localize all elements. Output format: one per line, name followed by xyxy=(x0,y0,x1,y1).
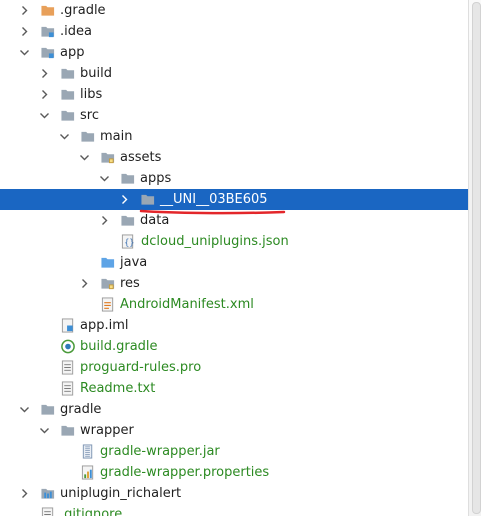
chevron-down-icon[interactable] xyxy=(79,152,90,163)
tree-row-label: build.gradle xyxy=(80,339,158,354)
tree-row-label: res xyxy=(120,276,140,291)
tree-row-gradle-wrapper-properties[interactable]: gradle-wrapper.properties xyxy=(0,462,468,483)
project-tree: .gradle .idea app build libs src main assets app… xyxy=(0,0,468,516)
tree-row-uni-03be605[interactable]: __UNI__03BE605 xyxy=(0,189,468,210)
tree-row-label: assets xyxy=(120,150,162,165)
chevron-right-icon[interactable] xyxy=(79,278,90,289)
tree-row-gradle[interactable]: .gradle xyxy=(0,0,468,21)
jar-file-icon xyxy=(80,444,96,459)
tree-row-label: .gradle xyxy=(60,3,106,18)
scrollbar-thumb[interactable] xyxy=(472,2,481,514)
tree-row-java[interactable]: java xyxy=(0,252,468,273)
json-file-icon: {} xyxy=(120,234,136,249)
tree-row-wrapper[interactable]: wrapper xyxy=(0,420,468,441)
tree-row-label: .gitignore xyxy=(60,507,123,516)
folder-icon xyxy=(60,66,76,81)
tree-row-label: java xyxy=(120,255,148,270)
tree-row-label: app xyxy=(60,45,85,60)
tree-row-gradle[interactable]: gradle xyxy=(0,399,468,420)
folder-icon xyxy=(40,402,56,417)
folder-icon xyxy=(120,213,136,228)
tree-row-label: AndroidManifest.xml xyxy=(120,297,254,312)
properties-file-icon xyxy=(80,465,96,480)
folder-resource-icon xyxy=(100,150,116,165)
svg-text:{}: {} xyxy=(124,237,134,247)
tree-row-label: gradle-wrapper.properties xyxy=(100,465,270,480)
tree-row-apps[interactable]: apps xyxy=(0,168,468,189)
tree-row-app-iml[interactable]: app.iml xyxy=(0,315,468,336)
xml-file-icon xyxy=(100,297,116,312)
folder-module-icon xyxy=(40,45,56,60)
tree-row-label: build xyxy=(80,66,112,81)
tree-row-idea[interactable]: .idea xyxy=(0,21,468,42)
tree-row-label: .idea xyxy=(60,24,92,39)
tree-row-label: gradle-wrapper.jar xyxy=(100,444,220,459)
tree-row-label: app.iml xyxy=(80,318,129,333)
chevron-down-icon[interactable] xyxy=(19,47,30,58)
tree-row-build-gradle[interactable]: build.gradle xyxy=(0,336,468,357)
tree-row-label: main xyxy=(100,129,133,144)
tree-row-build[interactable]: build xyxy=(0,63,468,84)
tree-row-data[interactable]: data xyxy=(0,210,468,231)
tree-row-src[interactable]: src xyxy=(0,105,468,126)
chevron-down-icon[interactable] xyxy=(59,131,70,142)
text-file-icon xyxy=(60,381,76,396)
chevron-down-icon[interactable] xyxy=(19,404,30,415)
tree-row-gradle-wrapper-jar[interactable]: gradle-wrapper.jar xyxy=(0,441,468,462)
tree-row-proguard-rules-pro[interactable]: proguard-rules.pro xyxy=(0,357,468,378)
tree-row-dcloud-uniplugins-json[interactable]: {} dcloud_uniplugins.json xyxy=(0,231,468,252)
gradle-file-icon xyxy=(60,339,76,354)
tree-row-label: __UNI__03BE605 xyxy=(160,192,268,207)
tree-row-label: proguard-rules.pro xyxy=(80,360,202,375)
chevron-right-icon[interactable] xyxy=(99,215,110,226)
chevron-right-icon[interactable] xyxy=(19,488,30,499)
tree-row-res[interactable]: res xyxy=(0,273,468,294)
iml-file-icon xyxy=(60,318,76,333)
folder-module-icon xyxy=(40,24,56,39)
tree-row-label: uniplugin_richalert xyxy=(60,486,182,501)
chevron-down-icon[interactable] xyxy=(39,110,50,121)
module-icon xyxy=(40,486,56,501)
tree-row-gitignore[interactable]: .gitignore xyxy=(0,504,468,516)
tree-row-app[interactable]: app xyxy=(0,42,468,63)
tree-row-androidmanifest-xml[interactable]: AndroidManifest.xml xyxy=(0,294,468,315)
tree-row-label: dcloud_uniplugins.json xyxy=(141,234,289,249)
text-file-icon xyxy=(60,360,76,375)
tree-row-label: libs xyxy=(80,87,103,102)
chevron-right-icon[interactable] xyxy=(19,5,30,16)
vertical-scrollbar[interactable] xyxy=(468,0,481,516)
tree-row-readme-txt[interactable]: Readme.txt xyxy=(0,378,468,399)
folder-resource-icon xyxy=(100,276,116,291)
tree-row-label: wrapper xyxy=(80,423,134,438)
chevron-down-icon[interactable] xyxy=(99,173,110,184)
folder-orange-icon xyxy=(40,3,56,18)
chevron-right-icon[interactable] xyxy=(39,89,50,100)
chevron-right-icon[interactable] xyxy=(119,194,130,205)
tree-row-assets[interactable]: assets xyxy=(0,147,468,168)
tree-row-uniplugin-richalert[interactable]: uniplugin_richalert xyxy=(0,483,468,504)
folder-icon xyxy=(60,423,76,438)
tree-row-label: data xyxy=(140,213,170,228)
folder-icon xyxy=(60,108,76,123)
folder-icon xyxy=(140,192,156,207)
chevron-right-icon[interactable] xyxy=(19,26,30,37)
folder-source-icon xyxy=(100,255,116,270)
folder-icon xyxy=(60,87,76,102)
text-file-icon xyxy=(40,507,56,516)
tree-row-main[interactable]: main xyxy=(0,126,468,147)
tree-row-label: src xyxy=(80,108,99,123)
tree-row-label: apps xyxy=(140,171,172,186)
chevron-right-icon[interactable] xyxy=(39,68,50,79)
tree-row-label: gradle xyxy=(60,402,102,417)
tree-row-libs[interactable]: libs xyxy=(0,84,468,105)
folder-icon xyxy=(120,171,136,186)
chevron-down-icon[interactable] xyxy=(39,425,50,436)
folder-icon xyxy=(80,129,96,144)
tree-row-label: Readme.txt xyxy=(80,381,156,396)
